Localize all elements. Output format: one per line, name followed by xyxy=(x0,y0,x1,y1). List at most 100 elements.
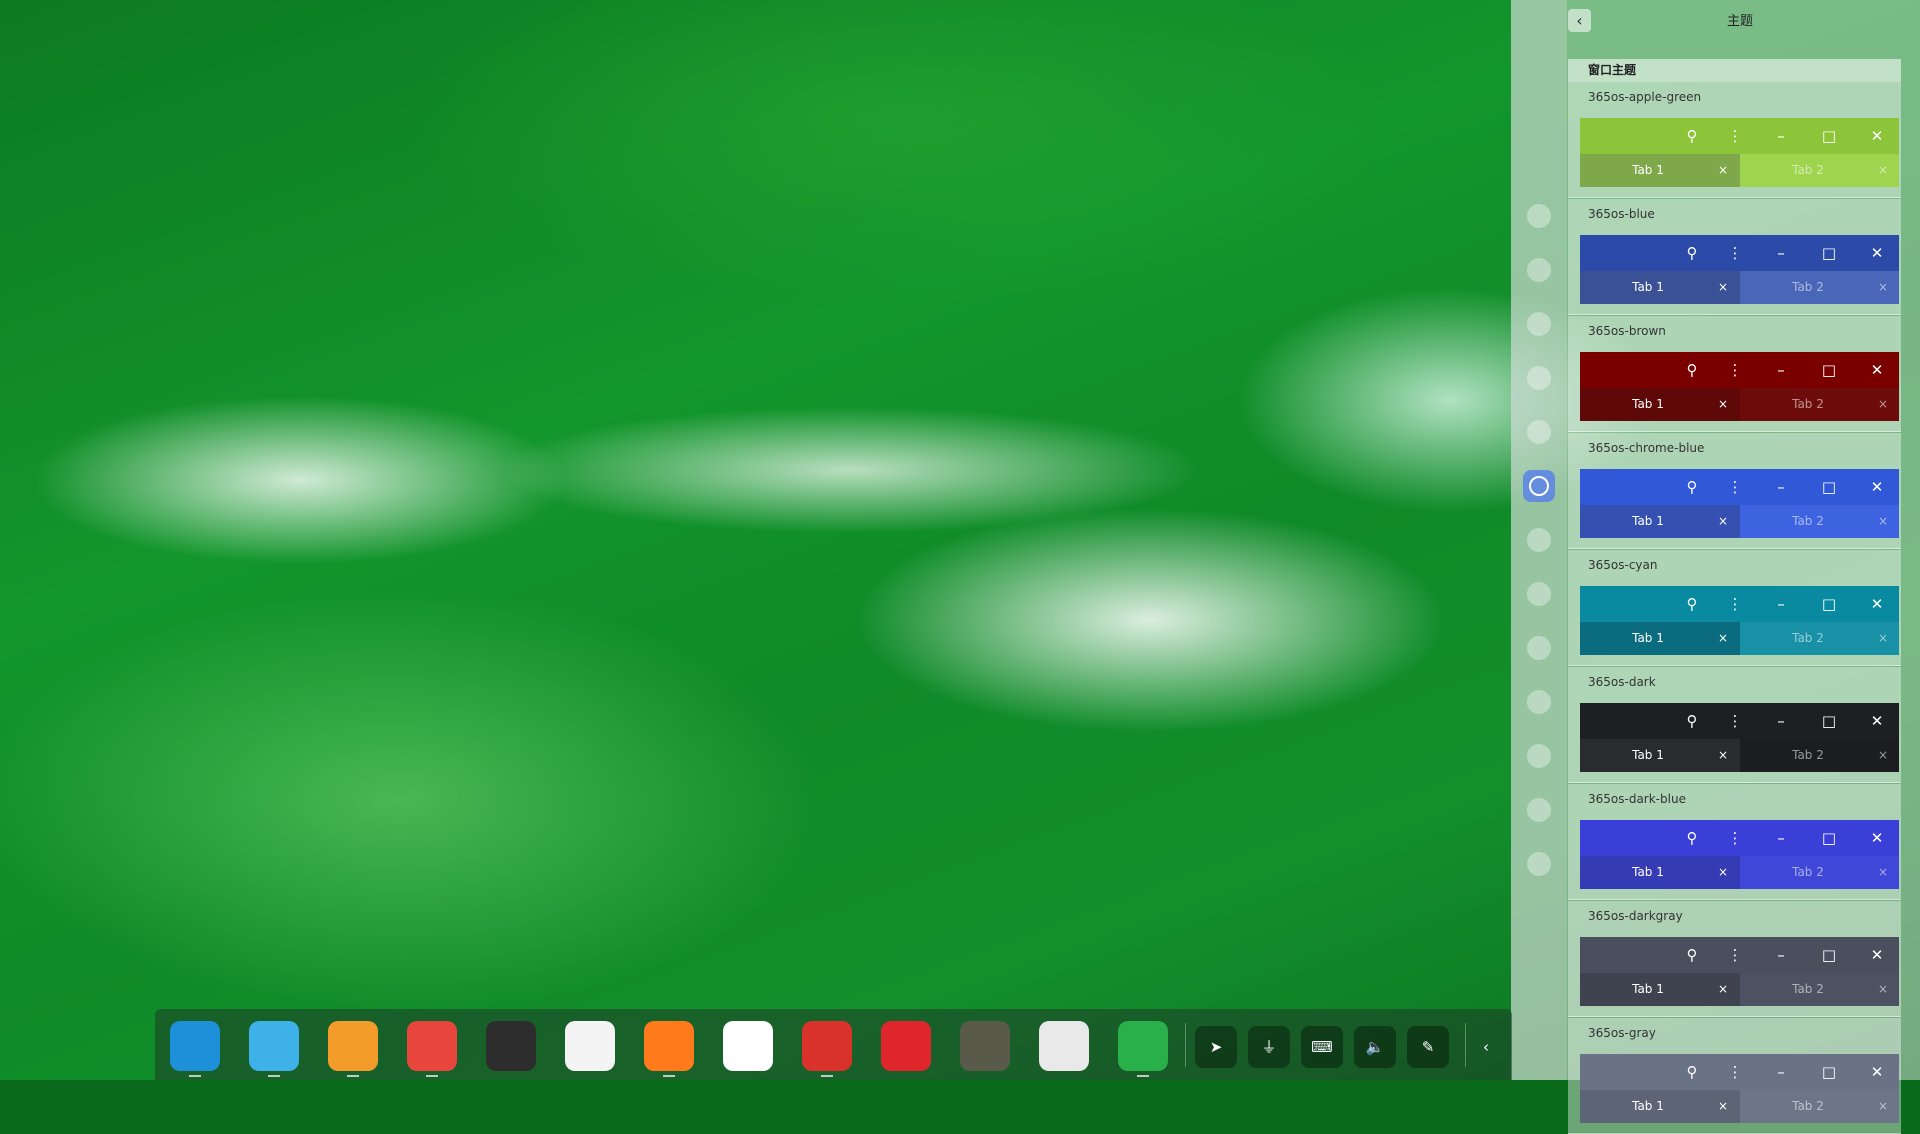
minimize-icon: – xyxy=(1777,946,1785,964)
theme-preview: ⚲ ⋮ – □ ✕ Tab 1 × Tab 2 × xyxy=(1580,703,1899,772)
keyboard-icon[interactable] xyxy=(1527,744,1551,768)
display-icon[interactable] xyxy=(1527,312,1551,336)
running-indicator xyxy=(189,1075,201,1077)
search-icon: ⚲ xyxy=(1686,127,1698,145)
info-icon[interactable] xyxy=(1527,852,1551,876)
tab-close-icon: × xyxy=(1877,631,1888,645)
dock: ➤ ⏚ ⌨ 🔈 ✎ ‹ xyxy=(155,1009,1512,1080)
preview-tab-2: Tab 2 × xyxy=(1740,856,1899,889)
preview-tabbar: Tab 1 × Tab 2 × xyxy=(1580,154,1899,187)
personalization-icon[interactable] xyxy=(1527,420,1551,444)
time-icon[interactable] xyxy=(1527,582,1551,606)
preview-tabbar: Tab 1 × Tab 2 × xyxy=(1580,505,1899,538)
tab-close-icon: × xyxy=(1877,1099,1888,1113)
pen-icon[interactable]: ✎ xyxy=(1407,1026,1449,1068)
default-apps-icon[interactable] xyxy=(1527,366,1551,390)
close-icon: ✕ xyxy=(1870,127,1884,145)
tab-label: Tab 1 xyxy=(1632,631,1664,645)
maximize-icon: □ xyxy=(1821,127,1837,145)
theme-name: 365os-darkgray xyxy=(1588,909,1683,923)
chevron-left-icon[interactable]: ‹ xyxy=(1465,1026,1507,1068)
theme-card[interactable]: 365os-darkgray ⚲ ⋮ – □ ✕ Tab 1 × Tab 2 × xyxy=(1568,901,1901,1017)
launcher-icon[interactable] xyxy=(170,1021,220,1077)
tab-label: Tab 2 xyxy=(1792,280,1824,294)
netease-music-icon[interactable] xyxy=(881,1021,931,1071)
firefox-icon[interactable] xyxy=(644,1021,694,1077)
chrome-icon[interactable] xyxy=(407,1021,457,1077)
power-icon[interactable] xyxy=(1527,636,1551,660)
tab-close-icon: × xyxy=(1717,865,1728,879)
preview-tabbar: Tab 1 × Tab 2 × xyxy=(1580,271,1899,304)
tab-label: Tab 1 xyxy=(1632,1099,1664,1113)
theme-name: 365os-cyan xyxy=(1588,558,1658,572)
tab-label: Tab 2 xyxy=(1792,397,1824,411)
text-editor-icon[interactable] xyxy=(723,1021,773,1071)
sound-icon[interactable] xyxy=(1527,528,1551,552)
preview-tab-1: Tab 1 × xyxy=(1580,154,1740,187)
running-indicator xyxy=(426,1075,438,1077)
app-store-icon[interactable] xyxy=(328,1021,378,1077)
theme-card[interactable]: 365os-dark-blue ⚲ ⋮ – □ ✕ Tab 1 × Tab 2 × xyxy=(1568,784,1901,900)
tab-close-icon: × xyxy=(1877,397,1888,411)
theme-card[interactable]: 365os-brown ⚲ ⋮ – □ ✕ Tab 1 × Tab 2 × xyxy=(1568,316,1901,432)
account-icon[interactable] xyxy=(1527,204,1551,228)
theme-name: 365os-gray xyxy=(1588,1026,1656,1040)
theme-preview: ⚲ ⋮ – □ ✕ Tab 1 × Tab 2 × xyxy=(1580,352,1899,421)
tab-close-icon: × xyxy=(1877,982,1888,996)
search-icon: ⚲ xyxy=(1686,1063,1698,1081)
tab-label: Tab 2 xyxy=(1792,514,1824,528)
theme-preview: ⚲ ⋮ – □ ✕ Tab 1 × Tab 2 × xyxy=(1580,1054,1899,1123)
usb-icon[interactable]: ⏚ xyxy=(1248,1026,1290,1068)
preview-tab-2: Tab 2 × xyxy=(1740,388,1899,421)
theme-card[interactable]: 365os-dark ⚲ ⋮ – □ ✕ Tab 1 × Tab 2 × xyxy=(1568,667,1901,783)
theme-card[interactable]: 365os-cyan ⚲ ⋮ – □ ✕ Tab 1 × Tab 2 × xyxy=(1568,550,1901,666)
preview-tabbar: Tab 1 × Tab 2 × xyxy=(1580,856,1899,889)
search-icon: ⚲ xyxy=(1686,595,1698,613)
volume-icon[interactable]: 🔈 xyxy=(1354,1026,1396,1068)
gimp-icon[interactable] xyxy=(960,1021,1010,1071)
telegram-tray-icon[interactable]: ➤ xyxy=(1195,1026,1237,1068)
tab-close-icon: × xyxy=(1717,982,1728,996)
search-icon: ⚲ xyxy=(1686,712,1698,730)
tab-close-icon: × xyxy=(1717,631,1728,645)
maximize-icon: □ xyxy=(1821,361,1837,379)
theme-card[interactable]: 365os-gray ⚲ ⋮ – □ ✕ Tab 1 × Tab 2 × xyxy=(1568,1018,1901,1134)
section-header-window-theme: 窗口主题 xyxy=(1568,59,1901,82)
telegram-icon[interactable] xyxy=(1118,1021,1168,1077)
theme-card[interactable]: 365os-blue ⚲ ⋮ – □ ✕ Tab 1 × Tab 2 × xyxy=(1568,199,1901,315)
close-icon: ✕ xyxy=(1870,595,1884,613)
file-manager-icon[interactable] xyxy=(249,1021,299,1077)
cloud-icon[interactable] xyxy=(1527,258,1551,282)
update-icon[interactable] xyxy=(1527,798,1551,822)
theme-preview: ⚲ ⋮ – □ ✕ Tab 1 × Tab 2 × xyxy=(1580,118,1899,187)
minimize-icon: – xyxy=(1777,595,1785,613)
tab-close-icon: × xyxy=(1877,865,1888,879)
preview-titlebar: ⚲ ⋮ – □ ✕ xyxy=(1580,235,1899,271)
color-picker-icon[interactable] xyxy=(486,1021,536,1071)
mouse-icon[interactable] xyxy=(1527,690,1551,714)
search-icon: ⚲ xyxy=(1686,361,1698,379)
preview-tab-2: Tab 2 × xyxy=(1740,505,1899,538)
search-icon: ⚲ xyxy=(1686,829,1698,847)
menu-dots-icon: ⋮ xyxy=(1727,712,1743,730)
tab-close-icon: × xyxy=(1717,397,1728,411)
network-icon[interactable] xyxy=(1523,470,1555,502)
close-icon: ✕ xyxy=(1870,244,1884,262)
dock-separator xyxy=(1185,1023,1186,1067)
running-indicator xyxy=(663,1075,675,1077)
settings-icon[interactable] xyxy=(1039,1021,1089,1071)
menu-dots-icon: ⋮ xyxy=(1727,244,1743,262)
theme-card[interactable]: 365os-chrome-blue ⚲ ⋮ – □ ✕ Tab 1 × Tab 2 × xyxy=(1568,433,1901,549)
calculator-icon[interactable] xyxy=(565,1021,615,1071)
theme-card[interactable]: 365os-apple-green ⚲ ⋮ – □ ✕ Tab 1 × Tab 2 × xyxy=(1568,82,1901,198)
keyboard-icon[interactable]: ⌨ xyxy=(1301,1026,1343,1068)
tab-close-icon: × xyxy=(1877,280,1888,294)
terminal-icon[interactable] xyxy=(802,1021,852,1077)
menu-dots-icon: ⋮ xyxy=(1727,946,1743,964)
maximize-icon: □ xyxy=(1821,712,1837,730)
tab-label: Tab 1 xyxy=(1632,514,1664,528)
preview-titlebar: ⚲ ⋮ – □ ✕ xyxy=(1580,469,1899,505)
running-indicator xyxy=(268,1075,280,1077)
minimize-icon: – xyxy=(1777,829,1785,847)
back-button[interactable]: ‹ xyxy=(1568,9,1591,32)
